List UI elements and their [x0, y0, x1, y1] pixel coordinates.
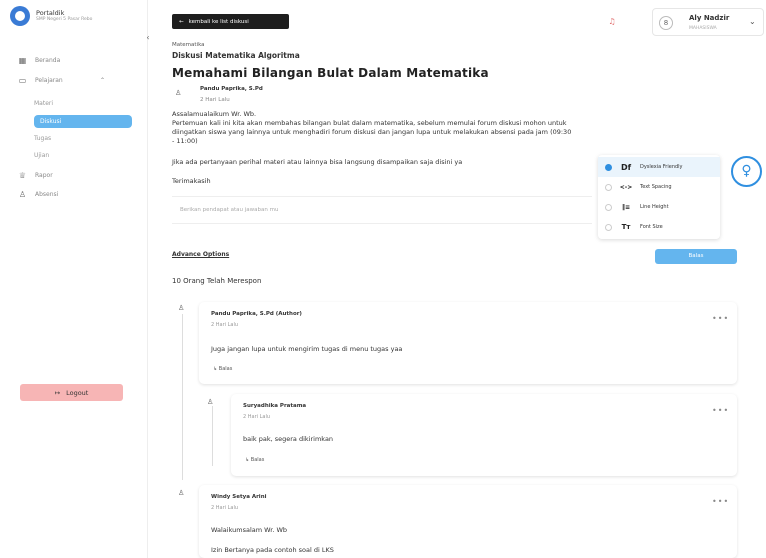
- a11y-option-label: Dyslexia Friendly: [640, 164, 683, 170]
- user-icon: ♙: [207, 398, 214, 406]
- comment-text: Walaikumsalam Wr. Wb: [211, 526, 288, 534]
- reply-button[interactable]: Balas: [655, 249, 737, 264]
- a11y-option-spacing[interactable]: <-> Text Spacing: [598, 177, 720, 197]
- chevron-down-icon: ⌄: [749, 17, 756, 26]
- comment-text: Izin Bertanya pada contoh soal di LKS: [211, 546, 334, 554]
- brand-school: SMP Negeri 5 Pasar Rebo: [36, 17, 93, 22]
- thread-line: [212, 406, 213, 466]
- line-height-icon: ‖≡: [621, 203, 631, 211]
- sidebar-subitem-ujian[interactable]: Ujian: [34, 152, 49, 159]
- page-title: Memahami Bilangan Bulat Dalam Matematika: [172, 66, 489, 80]
- back-label: kembali ke list diskusi: [188, 18, 249, 25]
- sidebar-item-absensi[interactable]: ♙ Absensi: [18, 190, 58, 199]
- thread-line: [182, 314, 183, 480]
- back-to-list-button[interactable]: ← kembali ke list diskusi: [172, 14, 289, 29]
- user-name: Aly Nadzir: [689, 14, 730, 22]
- user-icon: ♙: [178, 489, 185, 497]
- a11y-option-line-height[interactable]: ‖≡ Line Height: [598, 197, 720, 217]
- sidebar: Portaldik SMP Negeri 5 Pasar Rebo ▦ Bera…: [0, 0, 148, 558]
- sidebar-item-label: Pelajaran: [35, 77, 63, 84]
- more-options-icon[interactable]: •••: [712, 314, 729, 323]
- comment-reply-button[interactable]: ↳ Balas: [245, 457, 264, 463]
- radio-icon: [605, 223, 612, 231]
- post-time: 2 Hari Lalu: [200, 97, 230, 103]
- post-greeting: Assalamualaikum Wr. Wb.: [172, 110, 257, 118]
- comment-time: 2 Hari Lalu: [211, 505, 239, 511]
- logout-button[interactable]: ↦ Logout: [20, 384, 123, 401]
- user-check-icon: ♙: [18, 190, 27, 199]
- more-options-icon[interactable]: •••: [712, 406, 729, 415]
- brand-name: Portaldik: [36, 9, 65, 17]
- dyslexia-icon: Df: [620, 162, 632, 172]
- accessibility-panel: Df Dyslexia Friendly <-> Text Spacing ‖≡…: [598, 155, 720, 239]
- arrow-left-icon: ←: [179, 18, 184, 25]
- a11y-option-label: Text Spacing: [640, 184, 672, 190]
- logout-icon: ↦: [54, 388, 61, 397]
- bell-icon[interactable]: ♫: [607, 17, 617, 27]
- sidebar-subitem-tugas[interactable]: Tugas: [34, 135, 51, 142]
- a11y-option-dyslexia[interactable]: Df Dyslexia Friendly: [598, 157, 720, 177]
- user-role: MAHASISWA: [689, 26, 717, 31]
- user-icon: ♙: [178, 304, 185, 312]
- brand[interactable]: Portaldik SMP Negeri 5 Pasar Rebo: [10, 6, 92, 26]
- a11y-option-font-size[interactable]: Tт Font Size: [598, 217, 720, 237]
- post-author: Pandu Paprika, S.Pd: [200, 86, 263, 92]
- sidebar-item-label: Absensi: [35, 191, 59, 198]
- response-count: 10 Orang Telah Merespon: [172, 277, 262, 285]
- accessibility-icon[interactable]: ♀: [731, 156, 762, 187]
- text-spacing-icon: <->: [619, 183, 633, 191]
- post-body-line: Pertemuan kali ini kita akan membahas bi…: [172, 119, 567, 127]
- comment-author: Suryadhika Pratama: [243, 403, 307, 409]
- comment-author: Windy Setya Arini: [211, 494, 267, 500]
- comment-time: 2 Hari Lalu: [243, 414, 271, 420]
- post-body-line: diingatkan siswa yang lainnya untuk meng…: [172, 128, 572, 136]
- grid-icon: ▦: [18, 56, 27, 65]
- comment-card: Suryadhika Pratama 2 Hari Lalu baik pak,…: [231, 394, 737, 476]
- radio-icon: [605, 183, 612, 191]
- comment-text: baik pak, segera dikirimkan: [243, 435, 334, 443]
- comment-input[interactable]: Berikan pendapat atau jawaban mu: [172, 196, 592, 224]
- radio-icon: [605, 203, 612, 211]
- sidebar-item-beranda[interactable]: ▦ Beranda: [18, 56, 61, 65]
- reply-label: Balas: [218, 366, 233, 372]
- reply-label: Balas: [250, 457, 265, 463]
- comment-reply-button[interactable]: ↳ Balas: [213, 366, 232, 372]
- radio-icon: [605, 163, 612, 171]
- more-options-icon[interactable]: •••: [712, 497, 729, 506]
- comment-author: Pandu Paprika, S.Pd (Author): [211, 311, 302, 317]
- sidebar-item-pelajaran[interactable]: ▭ Pelajaran: [18, 76, 63, 85]
- subject-label: Matematika: [172, 42, 205, 48]
- discussion-title: Diskusi Matematika Algoritma: [172, 51, 300, 60]
- comment-text: Juga jangan lupa untuk mengirim tugas di…: [211, 345, 403, 353]
- chevron-up-icon[interactable]: ⌃: [100, 77, 105, 84]
- user-icon: ♙: [175, 89, 182, 97]
- sidebar-subitem-materi[interactable]: Materi: [34, 100, 53, 107]
- trophy-icon: ♕: [18, 171, 27, 180]
- a11y-option-label: Line Height: [640, 204, 669, 210]
- comment-time: 2 Hari Lalu: [211, 322, 239, 328]
- sidebar-item-label: Rapor: [35, 172, 53, 179]
- advance-options-link[interactable]: Advance Options: [172, 251, 229, 258]
- comment-card: Windy Setya Arini 2 Hari Lalu Walaikumsa…: [199, 485, 737, 558]
- avatar-icon: 8: [659, 16, 673, 30]
- post-body-line: - 11:00): [172, 137, 198, 145]
- sidebar-subitem-diskusi[interactable]: Diskusi: [34, 115, 132, 128]
- book-icon: ▭: [18, 76, 27, 85]
- user-menu[interactable]: 8 Aly Nadzir MAHASISWA ⌄: [652, 8, 764, 36]
- logout-label: Logout: [66, 388, 89, 397]
- a11y-option-label: Font Size: [640, 224, 663, 230]
- sidebar-item-rapor[interactable]: ♕ Rapor: [18, 171, 53, 180]
- brand-logo-icon: [10, 6, 30, 26]
- sidebar-collapse-button[interactable]: ‹: [143, 33, 153, 43]
- font-size-icon: Tт: [621, 223, 631, 231]
- comment-card: Pandu Paprika, S.Pd (Author) 2 Hari Lalu…: [199, 302, 737, 384]
- sidebar-item-label: Beranda: [35, 57, 61, 64]
